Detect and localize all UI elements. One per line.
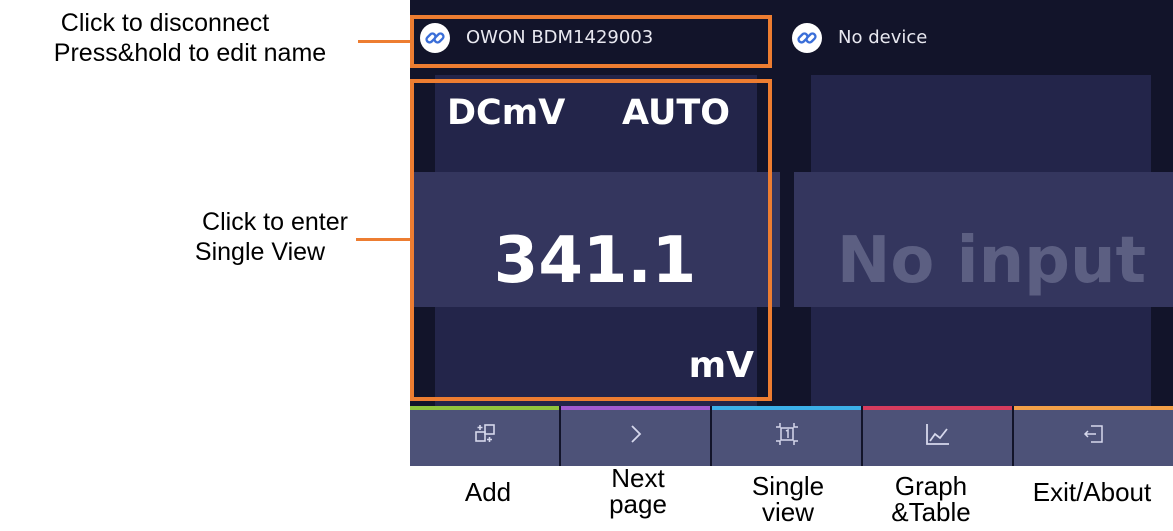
device-hint-connector bbox=[358, 40, 412, 43]
view-hint-connector bbox=[356, 238, 414, 241]
single-view-accent bbox=[712, 406, 861, 410]
next-page-caption-line2: page bbox=[609, 489, 667, 519]
value-band: No input bbox=[794, 172, 1173, 307]
graph-table-accent bbox=[863, 406, 1012, 410]
empty-meter-panel[interactable]: No input bbox=[794, 75, 1173, 406]
single-view-caption-line2: view bbox=[761, 497, 814, 527]
next-page-caption: Next page bbox=[588, 465, 688, 517]
graph-table-caption-line2: &Table bbox=[891, 497, 971, 527]
single-view-caption: Single view bbox=[738, 473, 838, 525]
device-hint-line1: Click to disconnect bbox=[60, 9, 270, 37]
panel-highlight-frame bbox=[410, 79, 772, 401]
device-highlight-frame bbox=[410, 15, 772, 68]
add-caption: Add bbox=[464, 477, 512, 507]
exit-about-caption: Exit/About bbox=[1032, 477, 1152, 507]
device-name: No device bbox=[838, 27, 928, 48]
link-icon bbox=[792, 22, 822, 53]
exit-about-button[interactable] bbox=[1014, 406, 1173, 466]
view-hint-line1: Click to enter bbox=[202, 208, 348, 236]
single-view-icon bbox=[773, 420, 801, 453]
next-page-caption-line1: Next bbox=[611, 463, 665, 493]
device-hint-line2: Press&hold to edit name bbox=[53, 39, 327, 67]
graph-icon bbox=[924, 421, 952, 452]
view-hint-line2: Single View bbox=[194, 238, 326, 266]
add-icon bbox=[472, 421, 498, 452]
device-hint: Click to disconnect Press&hold to edit n… bbox=[0, 8, 370, 68]
graph-table-caption: Graph &Table bbox=[876, 473, 986, 525]
next-page-button[interactable] bbox=[561, 406, 710, 466]
view-hint: Click to enter Single View bbox=[150, 207, 370, 267]
add-accent bbox=[410, 406, 559, 410]
graph-table-button[interactable] bbox=[863, 406, 1012, 466]
graph-table-caption-line1: Graph bbox=[894, 471, 968, 501]
add-button[interactable] bbox=[410, 406, 559, 466]
exit-about-accent bbox=[1014, 406, 1173, 410]
no-input-message: No input bbox=[836, 224, 1147, 298]
exit-icon bbox=[1082, 422, 1106, 451]
single-view-caption-line1: Single bbox=[751, 471, 825, 501]
device-slot-2[interactable]: No device bbox=[792, 0, 927, 75]
bottom-toolbar bbox=[410, 406, 1173, 466]
chevron-right-icon bbox=[626, 422, 646, 451]
next-page-accent bbox=[561, 406, 710, 410]
single-view-button[interactable] bbox=[712, 406, 861, 466]
